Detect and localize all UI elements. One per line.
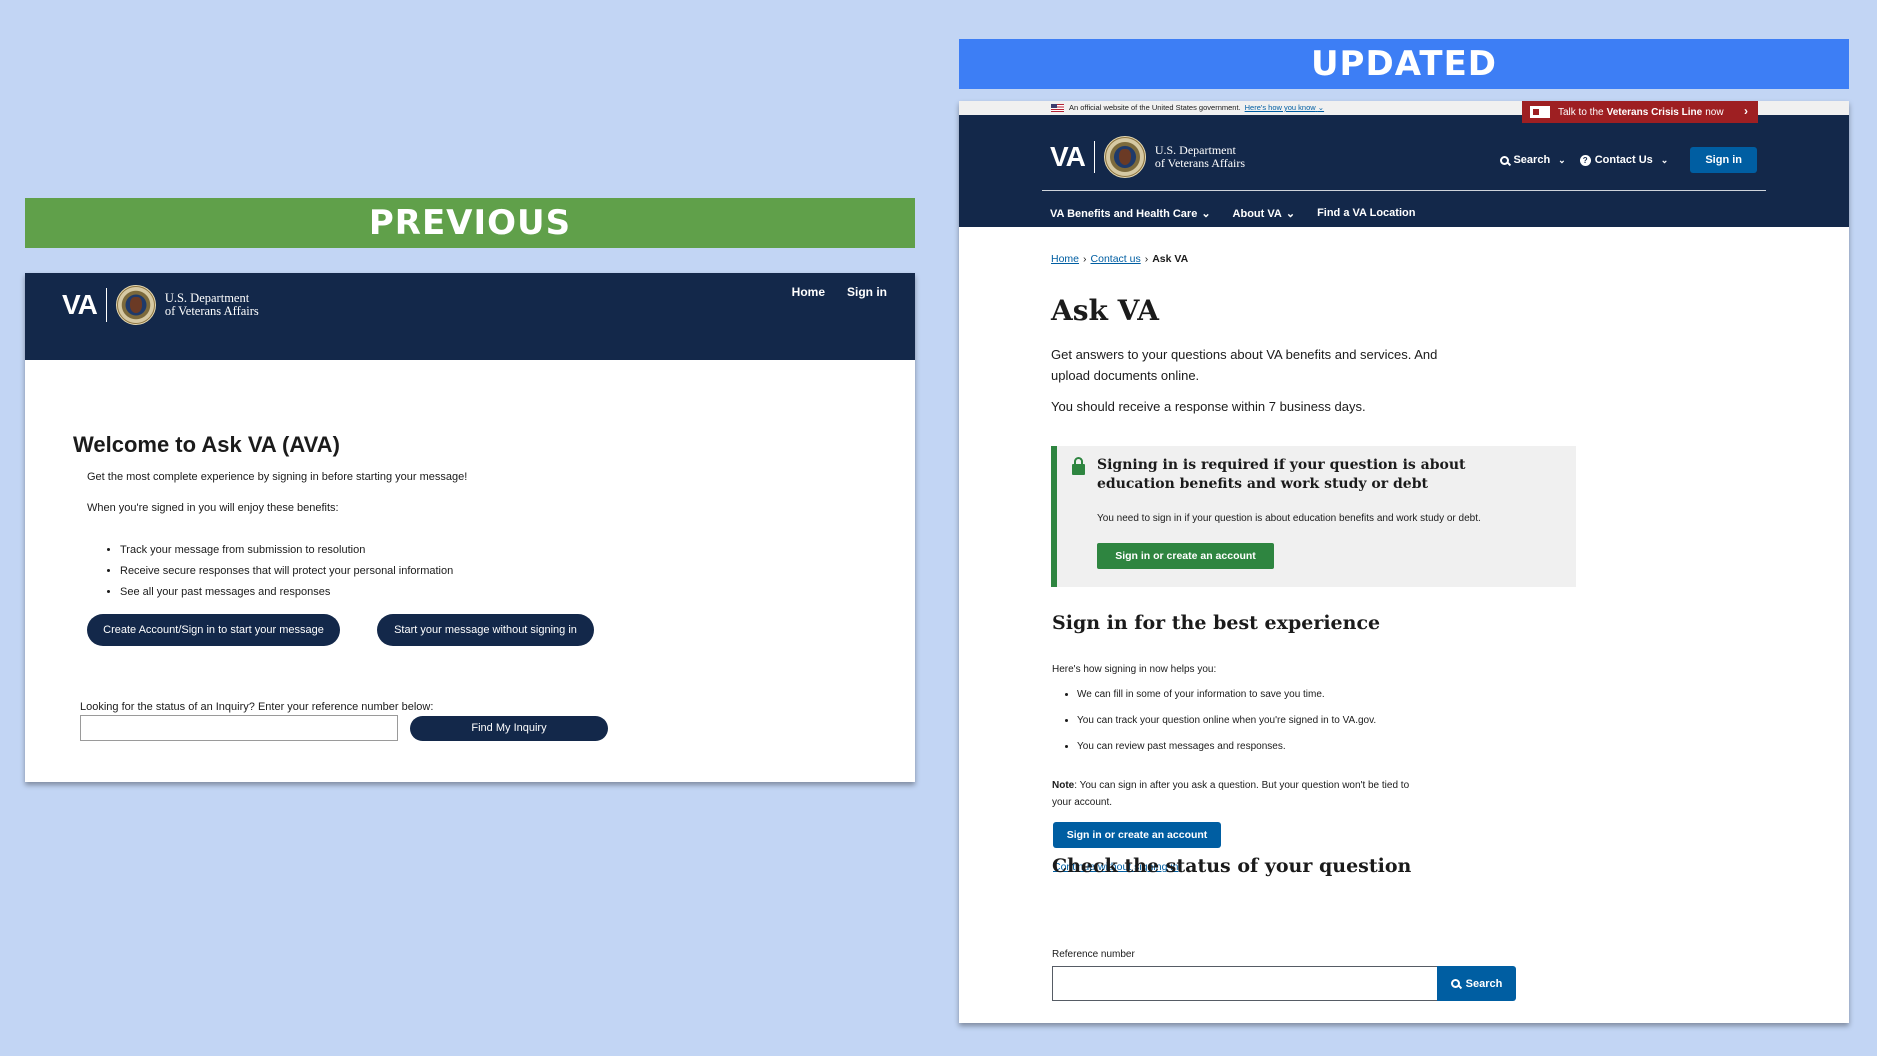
sign-in-create-account-button[interactable]: Sign in or create an account <box>1053 822 1221 848</box>
va-wordmark: VA <box>62 289 98 320</box>
chevron-down-icon: ⌄ <box>1317 103 1325 112</box>
header-divider <box>1042 190 1766 191</box>
crisis-text-post: now <box>1705 106 1724 118</box>
va-wordmark: VA <box>1050 141 1086 172</box>
status-heading: Check the status of your question <box>1052 855 1412 877</box>
note-body: : You can sign in after you ask a questi… <box>1052 780 1410 808</box>
crisis-text-bold: Veterans Crisis Line <box>1606 106 1703 118</box>
nav-about-va[interactable]: About VA ⌄ <box>1233 207 1296 220</box>
status-search-button[interactable]: Search <box>1437 966 1516 1001</box>
list-item: We can fill in some of your information … <box>1077 689 1376 700</box>
alert-text: You need to sign in if your question is … <box>1097 513 1481 524</box>
search-menu[interactable]: Search ⌄ <box>1500 154 1566 166</box>
contact-us-label: Contact Us <box>1594 154 1653 166</box>
chevron-down-icon: ⌄ <box>1201 208 1211 220</box>
breadcrumb: Home › Contact us › Ask VA <box>1051 253 1188 265</box>
updated-screenshot: An official website of the United States… <box>959 101 1849 1023</box>
crisis-text-pre: Talk to the <box>1558 106 1604 118</box>
intro-text: Get the most complete experience by sign… <box>87 471 468 483</box>
search-icon <box>1500 155 1510 165</box>
utility-nav: Search ⌄ ? Contact Us ⌄ Sign in <box>1500 147 1757 173</box>
nav-sign-in[interactable]: Sign in <box>847 285 887 299</box>
reference-number-input[interactable] <box>80 715 398 741</box>
us-flag-icon <box>1051 103 1064 112</box>
previous-body: Welcome to Ask VA (AVA) Get the most com… <box>25 360 915 782</box>
previous-label: PREVIOUS <box>25 198 915 248</box>
sign-in-button[interactable]: Sign in <box>1690 147 1757 173</box>
best-experience-intro: Here's how signing in now helps you: <box>1052 664 1217 675</box>
chevron-down-icon: ⌄ <box>1285 208 1296 220</box>
va-logo[interactable]: VA U.S. Department of Veterans Affairs <box>62 285 259 325</box>
breadcrumb-separator: › <box>1144 253 1149 265</box>
list-item: You can review past messages and respons… <box>1077 741 1376 752</box>
breadcrumb-current: Ask VA <box>1152 253 1189 265</box>
va-logo[interactable]: VA U.S. Department of Veterans Affairs <box>1050 136 1245 178</box>
list-item: See all your past messages and responses <box>120 586 453 598</box>
how-you-know-link[interactable]: Here's how you know ⌄ <box>1245 103 1324 112</box>
nav-label: About VA <box>1232 208 1282 220</box>
department-name: U.S. Department of Veterans Affairs <box>1155 144 1245 169</box>
official-site-text: An official website of the United States… <box>1051 103 1324 112</box>
note-label: Note <box>1052 780 1075 791</box>
va-seal-icon <box>1103 136 1146 178</box>
chevron-down-icon: ⌄ <box>1558 154 1566 165</box>
reference-number-label: Looking for the status of an Inquiry? En… <box>80 701 434 713</box>
page-title: Welcome to Ask VA (AVA) <box>73 432 340 457</box>
previous-header: VA U.S. Department of Veterans Affairs H… <box>25 273 915 360</box>
search-label: Search <box>1513 154 1551 166</box>
logo-divider <box>1093 141 1095 173</box>
nav-home[interactable]: Home <box>792 285 825 299</box>
reference-number-input[interactable] <box>1052 966 1438 1001</box>
chevron-down-icon: ⌄ <box>1660 154 1669 165</box>
previous-nav: Home Sign in <box>792 285 887 299</box>
veterans-crisis-line-button[interactable]: Talk to the Veterans Crisis Line now › <box>1522 101 1758 123</box>
search-button-label: Search <box>1465 977 1503 990</box>
previous-screenshot: VA U.S. Department of Veterans Affairs H… <box>25 273 915 782</box>
response-time-text: You should receive a response within 7 b… <box>1051 399 1366 414</box>
main-nav: VA Benefits and Health Care ⌄ About VA ⌄ F… <box>1050 207 1415 220</box>
lock-icon <box>1072 457 1085 475</box>
department-name: U.S. Department of Veterans Affairs <box>164 291 259 318</box>
breadcrumb-separator: › <box>1083 253 1087 265</box>
crisis-line-icon <box>1530 106 1550 118</box>
breadcrumb-contact-us[interactable]: Contact us <box>1091 253 1141 265</box>
page-title: Ask VA <box>1051 294 1159 327</box>
create-account-signin-button[interactable]: Create Account/Sign in to start your mes… <box>87 614 340 646</box>
best-experience-heading: Sign in for the best experience <box>1052 612 1381 634</box>
intro-text: Get answers to your questions about VA b… <box>1051 347 1438 383</box>
updated-body: Home › Contact us › Ask VA Ask VA Get answer… <box>959 227 1849 1023</box>
alert-title: Signing in is required if your question … <box>1097 457 1466 492</box>
list-item: Track your message from submission to re… <box>120 544 453 556</box>
benefits-list: Track your message from submission to re… <box>120 544 453 607</box>
list-item: You can track your question online when … <box>1077 715 1376 726</box>
note-text: Note: You can sign in after you ask a qu… <box>1052 777 1422 811</box>
search-icon <box>1450 979 1460 988</box>
benefits-intro: When you're signed in you will enjoy the… <box>87 502 339 514</box>
list-item: Receive secure responses that will prote… <box>120 565 453 577</box>
nav-benefits-health-care[interactable]: VA Benefits and Health Care ⌄ <box>1050 207 1211 220</box>
find-my-inquiry-button[interactable]: Find My Inquiry <box>410 716 608 741</box>
chevron-right-icon: › <box>1744 104 1748 118</box>
how-you-know-label: Here's how you know <box>1244 103 1316 112</box>
nav-find-location[interactable]: Find a VA Location <box>1317 207 1415 220</box>
start-without-signin-button[interactable]: Start your message without signing in <box>377 614 594 646</box>
help-icon: ? <box>1579 154 1591 166</box>
sign-in-required-alert: Signing in is required if your question … <box>1051 446 1576 587</box>
department-line-2: of Veterans Affairs <box>1154 156 1246 170</box>
va-seal-icon <box>115 285 156 325</box>
official-site-label: An official website of the United States… <box>1069 103 1241 112</box>
updated-label: UPDATED <box>959 39 1849 89</box>
reference-number-label: Reference number <box>1052 949 1135 960</box>
department-line-2: of Veterans Affairs <box>164 304 259 318</box>
benefits-list: We can fill in some of your information … <box>1077 689 1376 767</box>
logo-divider <box>105 288 107 322</box>
breadcrumb-home[interactable]: Home <box>1051 253 1079 265</box>
alert-sign-in-button[interactable]: Sign in or create an account <box>1097 543 1274 569</box>
contact-us-menu[interactable]: ? Contact Us ⌄ <box>1579 154 1669 166</box>
updated-header: VA U.S. Department of Veterans Affairs S… <box>959 115 1849 227</box>
nav-label: VA Benefits and Health Care <box>1050 208 1198 220</box>
